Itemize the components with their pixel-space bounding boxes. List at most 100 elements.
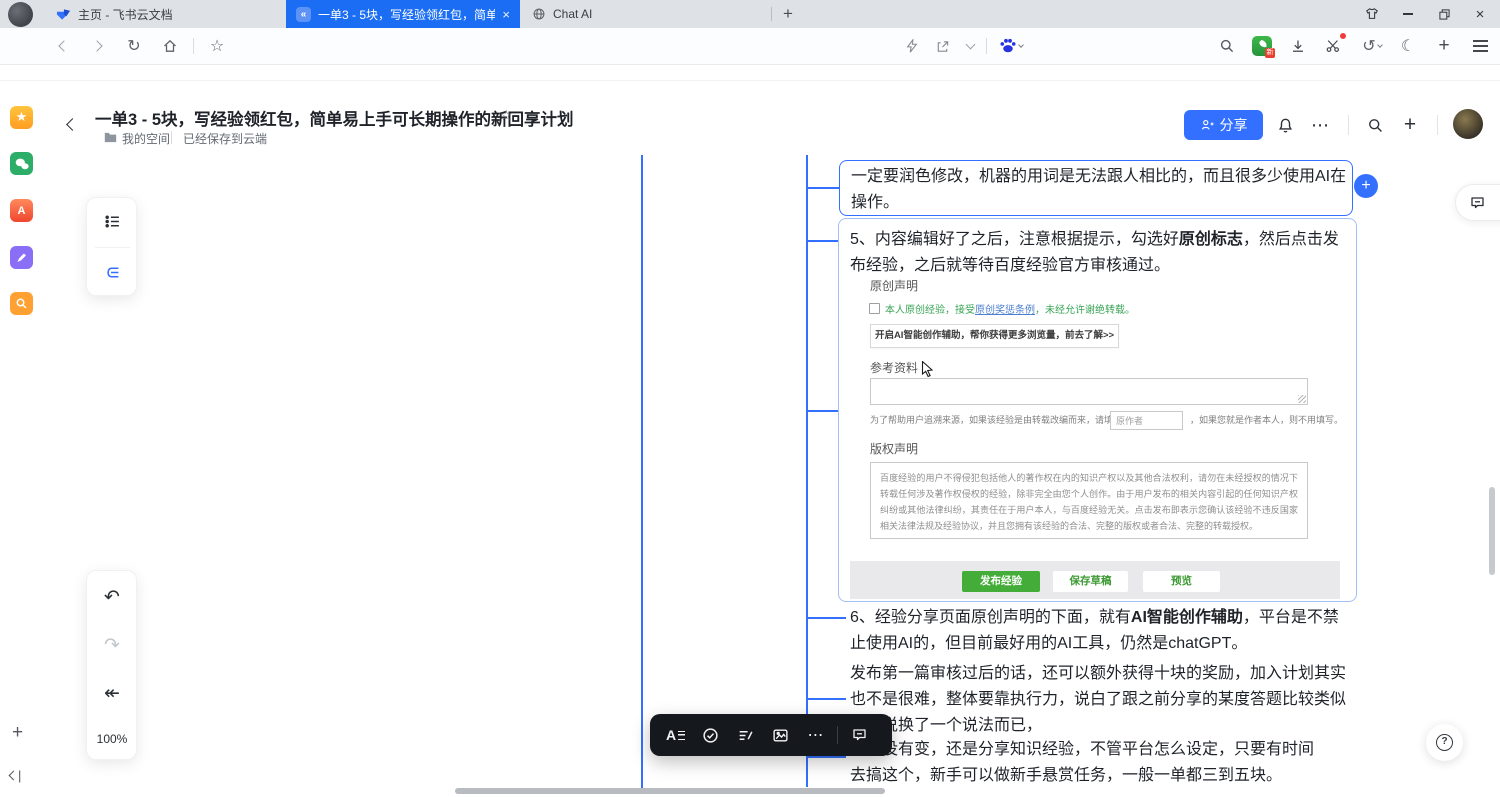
- wechat-extension-icon[interactable]: [10, 152, 33, 175]
- doc-paragraph-line[interactable]: 5、内容编辑好了之后，注意根据提示，勾选好原创标志，然后点击发: [850, 227, 1339, 253]
- new-badge: 新: [1265, 48, 1275, 58]
- bookmark-button[interactable]: ☆: [203, 32, 231, 60]
- close-window-button[interactable]: ×: [1464, 0, 1496, 28]
- notes-extension-icon[interactable]: [10, 246, 33, 269]
- favorite-star-icon[interactable]: ☆: [500, 108, 513, 124]
- rewards-extension-button[interactable]: 新: [1248, 32, 1276, 60]
- letter-a-icon: A: [666, 727, 676, 743]
- embed-preview-button[interactable]: 预览: [1143, 571, 1220, 592]
- shirt-icon: [1365, 7, 1379, 21]
- doc-paragraph-line[interactable]: 布经验，之后就等待百度经验官方审核通过。: [850, 253, 1170, 279]
- text-segment: 本人原创经验，接受: [885, 305, 975, 316]
- tab-feishu-home[interactable]: 主页 - 飞书云文档: [46, 0, 284, 28]
- resize-handle[interactable]: [1298, 395, 1306, 403]
- chevron-down-button[interactable]: [956, 32, 984, 60]
- embed-save-draft-button[interactable]: 保存草稿: [1053, 571, 1128, 592]
- translate-extension-icon[interactable]: A: [10, 199, 33, 222]
- doc-search-button[interactable]: [1361, 111, 1389, 139]
- user-avatar[interactable]: [1453, 109, 1483, 139]
- share-page-button[interactable]: [928, 32, 956, 60]
- doc-paragraph-line[interactable]: 操作。: [851, 190, 899, 216]
- embed-rules-link[interactable]: 原创奖惩条例: [975, 305, 1035, 316]
- embed-original-author-input[interactable]: [1110, 411, 1183, 430]
- insert-image-button[interactable]: [763, 714, 798, 756]
- vertical-scrollbar[interactable]: [1489, 487, 1495, 575]
- caret-icon: [1018, 42, 1024, 48]
- fit-width-button[interactable]: ↞: [94, 675, 130, 711]
- outline-connector-line: [641, 155, 643, 790]
- doc-paragraph-line[interactable]: 6、经验分享页面原创声明的下面，就有AI智能创作辅助，平台是不禁: [850, 605, 1339, 631]
- add-block-button[interactable]: +: [12, 722, 23, 744]
- text-style-button[interactable]: A: [658, 714, 693, 756]
- undo-button[interactable]: ↶: [94, 579, 130, 615]
- doc-outline-button[interactable]: [94, 203, 130, 239]
- mindnote-view-button[interactable]: [94, 254, 130, 290]
- mouse-cursor: [921, 361, 935, 377]
- breadcrumb[interactable]: 我的空间: [122, 130, 170, 147]
- screenshot-button[interactable]: [1319, 32, 1347, 60]
- doc-paragraph-line[interactable]: 止使用AI的，但目前最好用的AI工具，仍然是chatGPT。: [850, 631, 1247, 657]
- collapse-sidebar-button[interactable]: |: [10, 768, 21, 783]
- search-extension-icon[interactable]: [10, 292, 33, 315]
- favorites-extension-icon[interactable]: ★: [10, 106, 33, 129]
- zoom-level[interactable]: 100%: [94, 721, 130, 757]
- lightning-button[interactable]: [898, 32, 926, 60]
- home-button[interactable]: [156, 32, 184, 60]
- tab-chat-ai[interactable]: Chat AI: [522, 0, 770, 28]
- embed-ai-assist-banner[interactable]: 开启AI智能创作辅助，帮你获得更多浏览量，前去了解>>: [870, 324, 1119, 348]
- notification-dot: [1340, 33, 1346, 39]
- embed-publish-button[interactable]: 发布经验: [962, 571, 1040, 592]
- more-options-button[interactable]: ⋯: [1306, 111, 1334, 139]
- doc-paragraph-line[interactable]: 一定要润色修改，机器的用词是无法跟人相比的，而且很多少使用AI在: [851, 164, 1346, 190]
- reload-button[interactable]: ↻: [120, 32, 148, 60]
- theme-skin-button[interactable]: [1356, 0, 1388, 28]
- minimize-button[interactable]: [1392, 0, 1424, 28]
- toolbar-separator: [193, 38, 194, 54]
- folder-icon: [104, 132, 117, 143]
- forward-button[interactable]: [83, 32, 111, 60]
- menu-button[interactable]: [1466, 32, 1494, 60]
- doc-back-button[interactable]: [58, 110, 86, 138]
- collapse-bar: |: [18, 768, 21, 783]
- doc-paragraph-line[interactable]: 去搞这个，新手可以做新手悬赏任务，一般一单都三到五块。: [850, 763, 1282, 789]
- browser-profile-avatar[interactable]: [8, 2, 33, 27]
- comment-pill-button[interactable]: [1455, 184, 1500, 221]
- tab-current-doc[interactable]: « 一单3 - 5块，写经验领红包，简单易 ×: [286, 0, 520, 28]
- redo-button[interactable]: ↷: [94, 627, 130, 663]
- horizontal-scrollbar[interactable]: [455, 788, 885, 794]
- baidu-extension-button[interactable]: [994, 32, 1028, 60]
- doc-paragraph-line[interactable]: 发布第一篇审核过后的话，还可以额外获得十块的奖励，加入计划其实: [850, 661, 1346, 687]
- header-separator: [1348, 115, 1349, 135]
- doc-paragraph-line[interactable]: 核心没有变，还是分享知识经验，不管平台怎么设定，只要有时间: [850, 737, 1314, 763]
- dark-mode-button[interactable]: ☾: [1394, 32, 1422, 60]
- share-button[interactable]: 分享: [1184, 110, 1263, 140]
- back-button[interactable]: [50, 32, 78, 60]
- close-tab-icon[interactable]: ×: [502, 8, 510, 21]
- embed-hint-text: ，如果您就是作者本人，则不用填写。: [1190, 411, 1343, 430]
- search-page-button[interactable]: [1213, 32, 1241, 60]
- text-segment: ，然后点击发: [1243, 231, 1339, 248]
- list-style-button[interactable]: [728, 714, 763, 756]
- add-comment-plus-button[interactable]: +: [1354, 174, 1378, 198]
- new-tab-button[interactable]: +: [776, 2, 800, 26]
- list-edit-icon: [737, 727, 754, 744]
- doc-paragraph-line[interactable]: 也不是很难，整体要靠执行力，说白了跟之前分享的某度答题比较类似: [850, 687, 1346, 713]
- embed-reference-textarea[interactable]: [870, 378, 1308, 405]
- share-people-icon: [1200, 118, 1215, 132]
- outline-connector-tick: [806, 410, 838, 412]
- restore-button[interactable]: [1428, 0, 1460, 28]
- help-button[interactable]: ?: [1426, 724, 1463, 761]
- check-circle-icon: [702, 727, 719, 744]
- download-button[interactable]: [1284, 32, 1312, 60]
- history-button[interactable]: ↺: [1355, 32, 1389, 60]
- create-new-button[interactable]: +: [1396, 111, 1424, 139]
- embed-original-statement-title: 原创声明: [870, 277, 918, 294]
- notifications-button[interactable]: [1271, 111, 1299, 139]
- baidu-paw-icon: [999, 37, 1017, 55]
- comment-button[interactable]: [842, 714, 877, 756]
- toolbar-add-button[interactable]: +: [1430, 32, 1458, 60]
- embed-original-checkbox[interactable]: [869, 303, 880, 314]
- more-actions-button[interactable]: ⋯: [798, 714, 833, 756]
- checkbox-list-button[interactable]: [693, 714, 728, 756]
- download-icon: [1290, 38, 1306, 54]
